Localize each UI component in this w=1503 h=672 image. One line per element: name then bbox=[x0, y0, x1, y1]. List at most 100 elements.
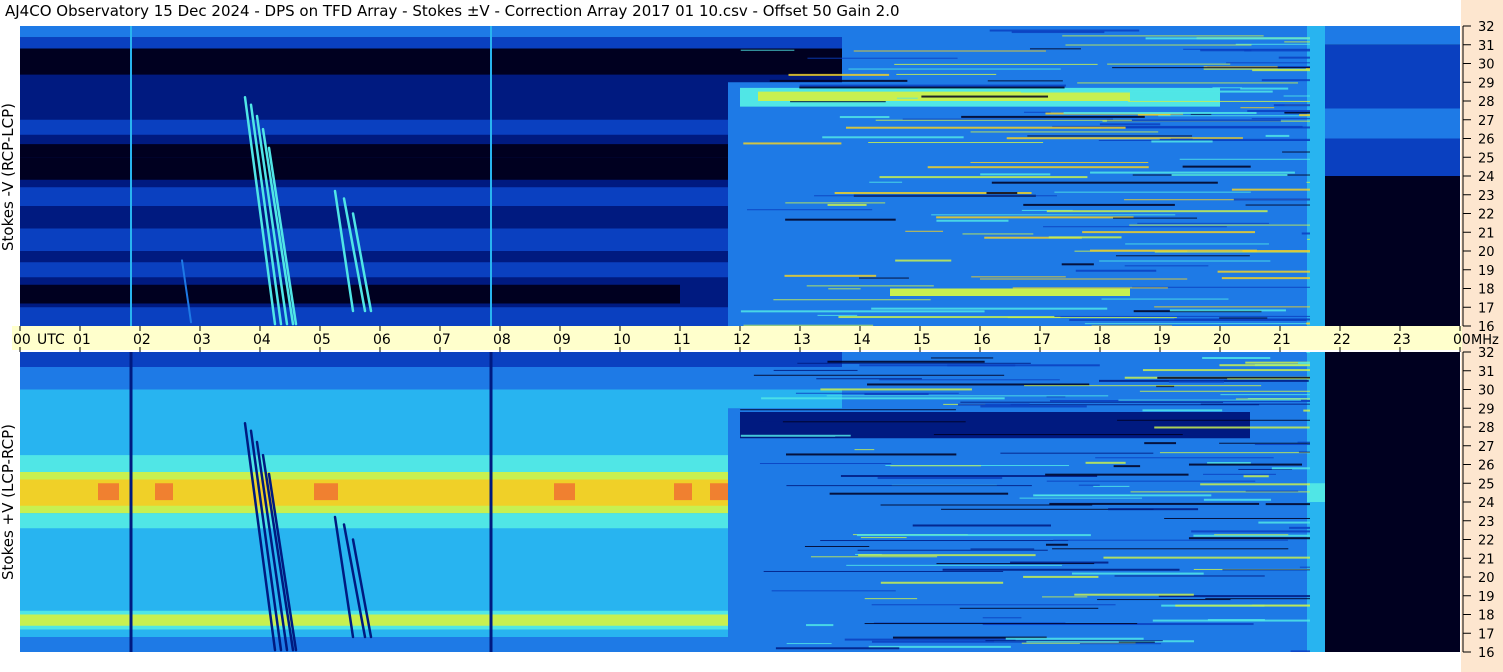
rfi-streak bbox=[1183, 48, 1310, 50]
intensity-band bbox=[20, 228, 842, 251]
rfi-streak bbox=[1019, 497, 1143, 499]
rfi-streak bbox=[775, 647, 900, 650]
frequency-tick-label: 24 bbox=[1478, 170, 1495, 185]
rfi-streak bbox=[1114, 575, 1265, 577]
rfi-streak bbox=[1079, 643, 1162, 645]
frequency-tick-label: 29 bbox=[1478, 402, 1495, 417]
rfi-streak bbox=[927, 166, 1149, 169]
rfi-streak bbox=[857, 549, 1048, 551]
intensity-band bbox=[1325, 108, 1460, 139]
rfi-streak bbox=[1278, 56, 1310, 59]
utc-tick-label: 12 bbox=[733, 332, 751, 348]
utc-tick-label: 23 bbox=[1393, 332, 1411, 348]
rfi-streak bbox=[1202, 357, 1271, 360]
rfi-streak bbox=[1045, 473, 1189, 476]
frequency-tick-label: 22 bbox=[1478, 208, 1495, 223]
rfi-streak bbox=[1306, 322, 1310, 325]
frequency-tick-label: 23 bbox=[1478, 515, 1495, 530]
rfi-streak bbox=[740, 310, 985, 313]
frequency-tick-label: 23 bbox=[1478, 189, 1495, 204]
utc-tick-label: 00 bbox=[13, 332, 31, 348]
rfi-streak bbox=[962, 233, 1034, 235]
rfi-streak bbox=[820, 540, 1069, 542]
rfi-streak bbox=[838, 316, 1061, 319]
rfi-streak bbox=[896, 97, 918, 99]
utc-tick-label: 08 bbox=[493, 332, 511, 348]
rfi-streak bbox=[1097, 599, 1231, 601]
rfi-streak bbox=[1053, 539, 1288, 541]
rfi-streak bbox=[1261, 79, 1310, 82]
rfi-streak bbox=[933, 434, 1183, 436]
rfi-streak bbox=[864, 598, 918, 600]
rfi-streak bbox=[1191, 530, 1310, 533]
rfi-streak bbox=[1029, 48, 1081, 50]
rfi-streak bbox=[782, 421, 966, 423]
frequency-tick-label: 29 bbox=[1478, 76, 1495, 91]
rfi-streak bbox=[1095, 457, 1274, 459]
rfi-streak bbox=[1034, 494, 1130, 496]
intensity-band bbox=[20, 479, 818, 506]
bottom-panel-label: Stokes +V (LCP-RCP) bbox=[0, 424, 17, 580]
rfi-streak bbox=[1118, 641, 1155, 643]
rfi-streak bbox=[1299, 114, 1310, 117]
rfi-streak bbox=[1205, 598, 1310, 600]
frequency-tick-label: 27 bbox=[1478, 440, 1495, 455]
rfi-streak bbox=[1142, 369, 1310, 372]
rfi-streak bbox=[868, 142, 1044, 144]
rfi-streak bbox=[1284, 41, 1310, 43]
rfi-streak bbox=[746, 209, 873, 211]
utc-tick-label: 15 bbox=[913, 332, 931, 348]
rfi-streak bbox=[1307, 238, 1310, 240]
rfi-streak bbox=[1071, 572, 1204, 575]
rfi-streak bbox=[1107, 63, 1231, 65]
intensity-band bbox=[20, 48, 842, 75]
frequency-tick-label: 27 bbox=[1478, 114, 1495, 129]
rfi-streak bbox=[1203, 473, 1276, 475]
rfi-streak bbox=[1221, 277, 1310, 280]
intensity-band bbox=[842, 26, 1307, 326]
intensity-band bbox=[1325, 44, 1460, 109]
top-panel-label: Stokes -V (RCP-LCP) bbox=[0, 103, 17, 251]
utc-tick-label: 02 bbox=[133, 332, 151, 348]
rfi-streak bbox=[1243, 475, 1269, 478]
rfi-streak bbox=[820, 388, 972, 391]
rfi-streak bbox=[759, 463, 892, 465]
frequency-tick-label: 20 bbox=[1478, 245, 1495, 260]
rfi-streak bbox=[788, 73, 890, 76]
intensity-band bbox=[20, 637, 842, 652]
figure-title: AJ4CO Observatory 15 Dec 2024 - DPS on T… bbox=[5, 2, 900, 20]
frequency-tick-label: 18 bbox=[1478, 283, 1495, 298]
rfi-streak bbox=[1289, 526, 1310, 529]
rfi-streak bbox=[1227, 378, 1310, 380]
utc-tick-label: 22 bbox=[1333, 332, 1351, 348]
rfi-streak bbox=[1054, 191, 1251, 193]
rfi-streak bbox=[1024, 385, 1262, 387]
rfi-streak bbox=[970, 131, 1159, 133]
intensity-band bbox=[890, 288, 1130, 296]
utc-tick-label: 13 bbox=[793, 332, 811, 348]
rfi-streak bbox=[1282, 151, 1310, 153]
rfi-streak bbox=[1101, 298, 1229, 300]
rfi-streak bbox=[895, 259, 952, 262]
rfi-streak bbox=[1090, 171, 1295, 174]
rfi-streak bbox=[1151, 140, 1213, 143]
rfi-streak bbox=[1115, 255, 1250, 257]
utc-tick-label: 03 bbox=[193, 332, 211, 348]
frequency-tick-label: 17 bbox=[1478, 301, 1495, 316]
rfi-streak bbox=[1158, 115, 1310, 117]
rfi-streak bbox=[1252, 69, 1310, 72]
intensity-band bbox=[20, 307, 842, 326]
frequency-tick-label: 16 bbox=[1478, 320, 1495, 335]
rfi-streak bbox=[1235, 398, 1310, 400]
utc-axis-label: UTC bbox=[37, 332, 65, 348]
rfi-streak bbox=[1298, 361, 1310, 364]
utc-tick-label: 16 bbox=[973, 332, 991, 348]
rfi-streak bbox=[810, 556, 938, 558]
frequency-tick-label: 31 bbox=[1478, 365, 1495, 380]
rfi-streak bbox=[957, 403, 1030, 406]
rfi-streak bbox=[896, 73, 997, 75]
rfi-streak bbox=[1299, 566, 1310, 568]
rfi-streak bbox=[985, 640, 1163, 642]
rfi-streak bbox=[1117, 419, 1310, 421]
intensity-band bbox=[1325, 176, 1460, 180]
